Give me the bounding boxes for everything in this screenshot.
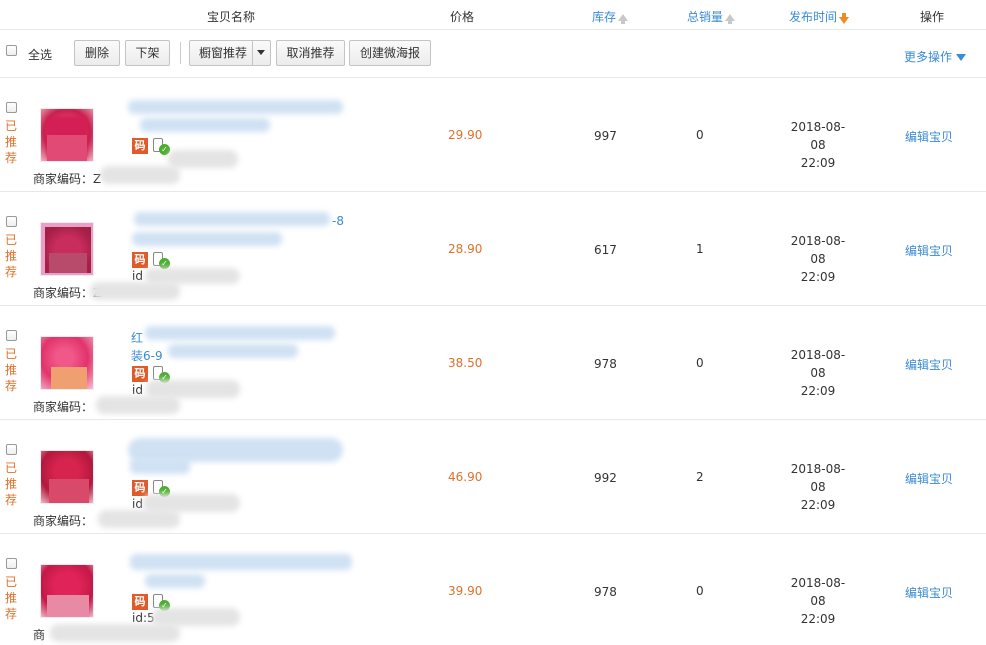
item-title[interactable]: -8 [332,214,344,228]
delete-button[interactable]: 删除 [74,40,120,66]
table-row: 已推荐 红 装6-9 码 ✓ id 商家编码： 38.50 978 0 2018… [0,306,986,420]
publish-time: 2018-08-08 22:09 [786,574,850,628]
create-poster-button[interactable]: 创建微海报 [349,40,431,66]
item-id: id [132,383,143,397]
code-badge: 码 [132,138,148,154]
header-price: 价格 [450,10,475,24]
row-checkbox[interactable] [6,102,17,113]
header-item-name: 宝贝名称 [207,10,256,24]
product-thumbnail[interactable] [40,336,94,390]
sort-down-icon [839,13,850,24]
sales: 0 [696,356,704,370]
publish-time: 2018-08-08 22:09 [786,232,850,286]
price: 39.90 [448,584,483,598]
item-title-line2[interactable]: 装6-9 [131,347,163,364]
code-badge: 码 [132,366,148,382]
sort-up-icon [618,14,629,24]
table-row: 已推荐 码 ✓ id 商家编码： 46.90 992 2 2018-08-08 2… [0,420,986,534]
edit-item-link[interactable]: 编辑宝贝 [905,242,953,259]
chevron-down-icon[interactable] [257,50,265,55]
header-stock-label: 库存 [592,10,617,24]
product-thumbnail[interactable] [40,108,94,162]
recommended-status: 已推荐 [5,461,18,507]
more-ops-dropdown[interactable]: 更多操作 [904,48,967,65]
item-title[interactable]: 红 [131,329,143,346]
sales: 2 [696,470,704,484]
header-stock-sort[interactable]: 库存 [592,8,629,25]
publish-clock: 22:09 [800,270,836,284]
caret-down-icon [956,54,967,61]
item-id: id [132,497,143,511]
toolbar-divider [180,42,181,64]
publish-date: 2018-08-08 [790,120,846,152]
header-publish-label: 发布时间 [789,10,838,24]
publish-clock: 22:09 [800,612,836,626]
select-all-label: 全选 [28,48,53,62]
stock: 992 [594,471,617,485]
product-thumbnail[interactable] [40,450,94,504]
row-checkbox[interactable] [6,216,17,227]
price: 46.90 [448,470,483,484]
merchant-code: 商家编码： [33,514,94,528]
edit-item-link[interactable]: 编辑宝贝 [905,128,953,145]
bulk-toolbar: 全选 删除 下架 橱窗推荐 取消推荐 创建微海报 更多操作 [0,30,986,78]
table-row: 已推荐 码 ✓ id:5 商 39.90 978 0 2018-08-08 22:… [0,534,986,645]
price: 28.90 [448,242,483,256]
edit-item-link[interactable]: 编辑宝贝 [905,356,953,373]
publish-time: 2018-08-08 22:09 [786,346,850,400]
header-sales-label: 总销量 [687,10,724,24]
product-thumbnail[interactable] [40,564,94,618]
publish-clock: 22:09 [800,156,836,170]
publish-date: 2018-08-08 [790,234,846,266]
product-thumbnail[interactable] [40,222,94,276]
publish-date: 2018-08-08 [790,462,846,494]
window-recommend-button[interactable]: 橱窗推荐 [189,40,271,66]
merchant-code: 商 [33,628,46,642]
item-id: id [132,269,143,283]
header-ops: 操作 [920,10,945,24]
code-badge: 码 [132,252,148,268]
more-ops-label: 更多操作 [904,50,953,64]
unlist-button[interactable]: 下架 [125,40,170,66]
price: 29.90 [448,128,483,142]
window-recommend-label: 橱窗推荐 [199,46,248,60]
publish-date: 2018-08-08 [790,576,846,608]
sort-up-icon [725,14,736,24]
recommended-status: 已推荐 [5,233,18,279]
table-row: 已推荐 -8 码 ✓ id 商家编码：Z 28.90 617 1 2018-08… [0,192,986,306]
stock: 997 [594,129,617,143]
sales: 0 [696,584,704,598]
edit-item-link[interactable]: 编辑宝贝 [905,584,953,601]
recommended-status: 已推荐 [5,575,18,621]
stock: 978 [594,585,617,599]
publish-clock: 22:09 [800,384,836,398]
recommended-status: 已推荐 [5,119,18,165]
header-sales-sort[interactable]: 总销量 [687,8,736,25]
publish-time: 2018-08-08 22:09 [786,460,850,514]
select-all-checkbox[interactable] [6,45,17,56]
split-divider [252,41,253,65]
stock: 978 [594,357,617,371]
sales: 1 [696,242,704,256]
table-header: 宝贝名称 价格 库存 总销量 发布时间 操作 [0,0,986,30]
header-publish-sort[interactable]: 发布时间 [789,8,850,25]
row-checkbox[interactable] [6,444,17,455]
price: 38.50 [448,356,483,370]
table-row: 已推荐 码 ✓ 商家编码：Z 29.90 997 0 2018-08-08 22:… [0,78,986,192]
code-badge: 码 [132,594,148,610]
row-checkbox[interactable] [6,558,17,569]
publish-date: 2018-08-08 [790,348,846,380]
cancel-recommend-button[interactable]: 取消推荐 [276,40,345,66]
stock: 617 [594,243,617,257]
recommended-status: 已推荐 [5,347,18,393]
sales: 0 [696,128,704,142]
publish-clock: 22:09 [800,498,836,512]
row-checkbox[interactable] [6,330,17,341]
edit-item-link[interactable]: 编辑宝贝 [905,470,953,487]
merchant-code: 商家编码： [33,400,94,414]
code-badge: 码 [132,480,148,496]
publish-time: 2018-08-08 22:09 [786,118,850,172]
merchant-code: 商家编码：Z [33,172,102,186]
